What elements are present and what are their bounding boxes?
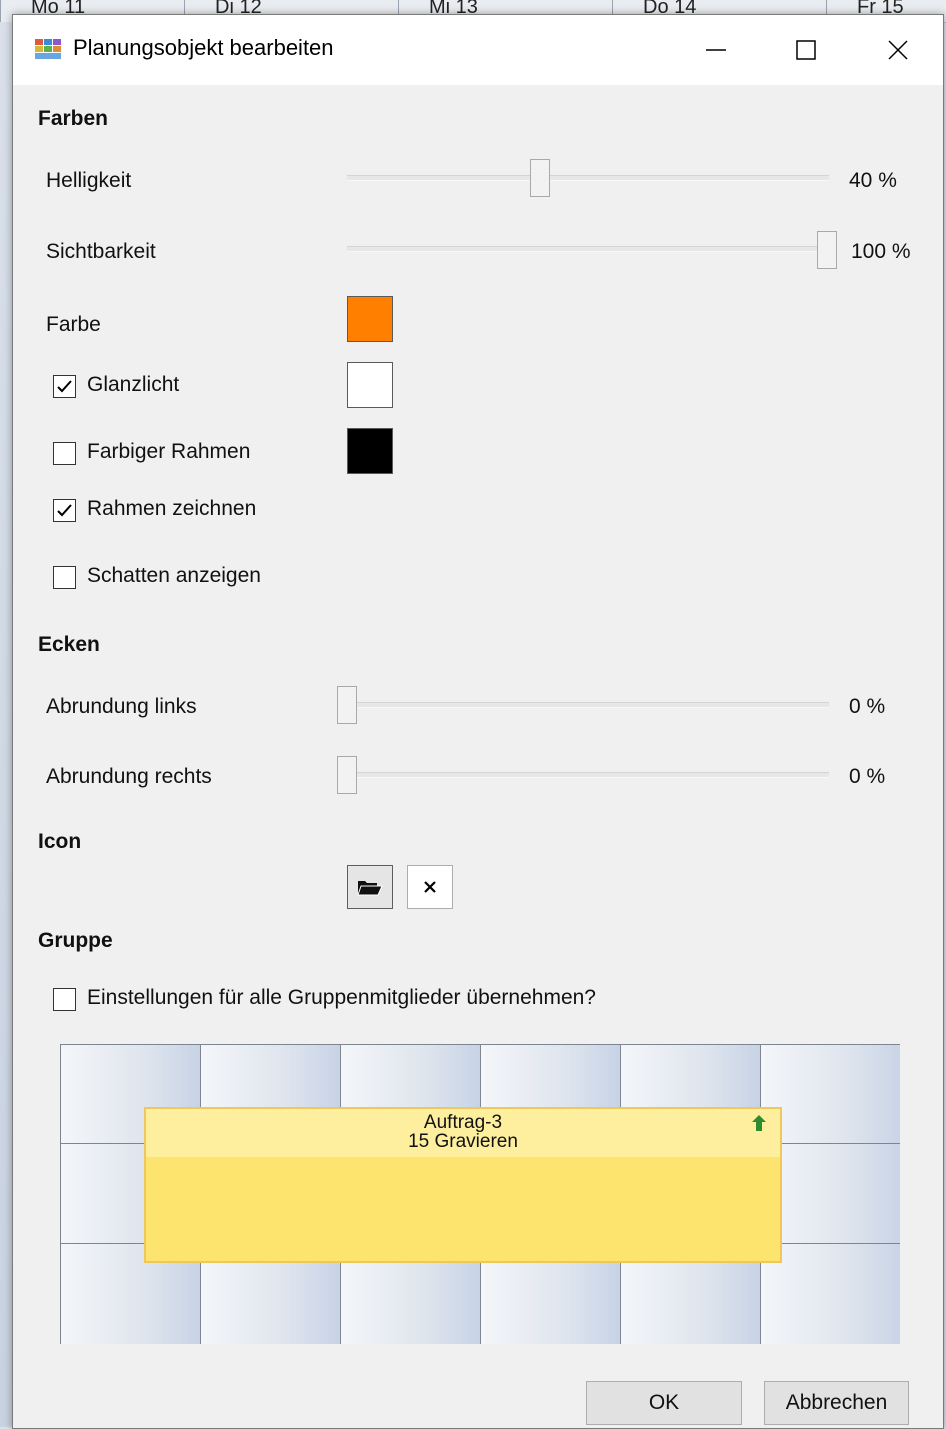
abrundung-links-slider-track[interactable] — [347, 702, 829, 708]
abrundung-rechts-slider-track[interactable] — [347, 772, 829, 778]
checkmark-icon — [57, 504, 72, 517]
apply-all-label: Einstellungen für alle Gruppenmitglieder… — [87, 986, 596, 1009]
rahmen-zeichnen-label: Rahmen zeichnen — [87, 497, 257, 520]
clear-icon-button[interactable] — [407, 865, 453, 909]
helligkeit-label: Helligkeit — [46, 169, 132, 192]
glanzlicht-checkbox[interactable] — [53, 375, 76, 398]
folder-open-icon — [357, 881, 383, 896]
rahmen-zeichnen-checkbox[interactable] — [53, 499, 76, 522]
farbiger-rahmen-checkbox[interactable] — [53, 442, 76, 465]
close-button[interactable] — [853, 15, 943, 85]
abrundung-links-label: Abrundung links — [46, 695, 197, 718]
background-planner-strip — [0, 22, 12, 1427]
minimize-button[interactable] — [671, 15, 761, 85]
abrundung-rechts-slider-thumb[interactable] — [337, 756, 357, 794]
task-title-line2: 15 Gravieren — [408, 1131, 518, 1152]
minimize-icon — [706, 49, 726, 51]
clear-icon — [424, 881, 436, 893]
farbiger-rahmen-label: Farbiger Rahmen — [87, 440, 251, 463]
farbe-color-swatch[interactable] — [347, 296, 393, 342]
checkmark-icon — [57, 380, 72, 393]
abrundung-rechts-label: Abrundung rechts — [46, 765, 212, 788]
helligkeit-slider-thumb[interactable] — [530, 159, 550, 197]
ok-button[interactable]: OK — [586, 1381, 742, 1425]
glanzlicht-color-swatch[interactable] — [347, 362, 393, 408]
helligkeit-value: 40 % — [849, 169, 897, 192]
sichtbarkeit-label: Sichtbarkeit — [46, 240, 156, 263]
abrundung-links-slider-thumb[interactable] — [337, 686, 357, 724]
sichtbarkeit-slider-thumb[interactable] — [817, 231, 837, 269]
open-icon-button[interactable] — [347, 865, 393, 909]
glanzlicht-label: Glanzlicht — [87, 373, 180, 396]
schatten-label: Schatten anzeigen — [87, 564, 261, 587]
section-heading-icon: Icon — [38, 830, 82, 853]
apply-all-checkbox[interactable] — [53, 988, 76, 1011]
app-icon — [35, 39, 61, 59]
farbe-label: Farbe — [46, 313, 101, 336]
section-heading-gruppe: Gruppe — [38, 929, 113, 952]
close-icon — [888, 40, 908, 60]
section-heading-ecken: Ecken — [38, 633, 100, 656]
schatten-checkbox[interactable] — [53, 566, 76, 589]
section-heading-farben: Farben — [38, 107, 109, 130]
maximize-icon — [796, 40, 816, 60]
cancel-button[interactable]: Abbrechen — [764, 1381, 909, 1425]
sichtbarkeit-slider-track[interactable] — [347, 246, 829, 252]
preview-panel: Auftrag-3 15 Gravieren — [60, 1044, 900, 1344]
abrundung-rechts-value: 0 % — [849, 765, 886, 788]
preview-task-bar: Auftrag-3 15 Gravieren — [144, 1107, 782, 1263]
sichtbarkeit-value: 100 % — [851, 240, 911, 263]
arrow-up-icon — [752, 1115, 766, 1131]
helligkeit-slider-track[interactable] — [347, 175, 829, 181]
abrundung-links-value: 0 % — [849, 695, 886, 718]
window-title: Planungsobjekt bearbeiten — [73, 35, 334, 60]
rahmen-color-swatch[interactable] — [347, 428, 393, 474]
title-bar[interactable]: Planungsobjekt bearbeiten — [13, 15, 943, 85]
maximize-button[interactable] — [761, 15, 851, 85]
edit-planning-object-dialog: Planungsobjekt bearbeiten Farben Helligk… — [12, 14, 944, 1429]
